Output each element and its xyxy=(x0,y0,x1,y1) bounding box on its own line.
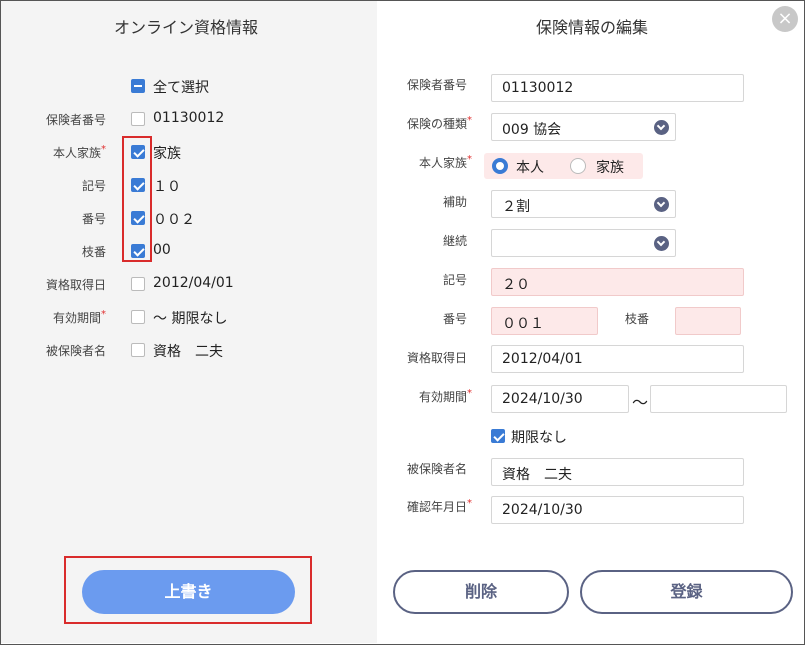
no-limit-label: 期限なし xyxy=(511,430,567,446)
highlight-checked-items xyxy=(122,136,152,262)
person-family-radio-group: 本人 家族 xyxy=(484,153,643,179)
label-insurer-number: 保険者番号 xyxy=(406,78,467,92)
label-insured-name: 被保険者名 xyxy=(406,462,467,476)
radio-self-label: 本人 xyxy=(516,160,544,176)
radio-family-label: 家族 xyxy=(596,160,624,176)
left-value-insurer-number: 01130012 xyxy=(153,110,225,126)
insurance-type-value: 009 協会 xyxy=(502,122,562,138)
label-continuation: 継続 xyxy=(442,234,467,248)
left-label-acquired-date: 資格取得日 xyxy=(45,278,106,292)
delete-button[interactable]: 削除 xyxy=(393,570,569,614)
radio-family[interactable] xyxy=(570,158,586,174)
left-label-branch: 枝番 xyxy=(81,245,106,259)
select-all-checkbox[interactable] xyxy=(131,79,145,93)
label-assist: 補助 xyxy=(442,195,467,209)
close-icon[interactable]: × xyxy=(772,6,798,32)
left-row-insured-name: 被保険者名 資格 二夫 xyxy=(0,338,376,362)
number-field[interactable]: ００１ xyxy=(491,307,598,335)
insurer-number-field[interactable]: 01130012 xyxy=(491,74,744,102)
left-row-valid-period: 有効期間* ～ 期限なし xyxy=(0,305,376,329)
left-value-symbol: １０ xyxy=(153,179,181,195)
confirm-date-field[interactable]: 2024/10/30 xyxy=(491,496,744,524)
assist-value: ２割 xyxy=(502,199,530,215)
checkbox-insured-name[interactable] xyxy=(131,343,145,357)
valid-to-field[interactable] xyxy=(650,385,787,413)
left-row-number: 番号 ００２ xyxy=(0,206,376,230)
left-value-valid-period: ～ 期限なし xyxy=(153,311,228,327)
chevron-down-icon xyxy=(654,236,669,251)
left-row-insurer-number: 保険者番号 01130012 xyxy=(0,107,376,131)
left-label-number: 番号 xyxy=(81,212,106,226)
label-acquired-date: 資格取得日 xyxy=(406,351,467,365)
insured-name-field[interactable]: 資格 二夫 xyxy=(491,458,744,486)
left-row-acquired-date: 資格取得日 2012/04/01 xyxy=(0,272,376,296)
left-value-number: ００２ xyxy=(153,212,195,228)
register-button[interactable]: 登録 xyxy=(580,570,793,614)
assist-select[interactable]: ２割 xyxy=(491,190,676,218)
insurance-type-select[interactable]: 009 協会 xyxy=(491,113,676,141)
checkbox-acquired-date[interactable] xyxy=(131,277,145,291)
acquired-date-field[interactable]: 2012/04/01 xyxy=(491,345,744,373)
label-insurance-type: 保険の種類* xyxy=(406,115,472,131)
label-number: 番号 xyxy=(442,312,467,326)
label-confirm-date: 確認年月日* xyxy=(406,498,472,514)
left-label-person-family: 本人家族* xyxy=(52,144,106,160)
right-panel-title: 保険情報の編集 xyxy=(536,18,649,37)
label-valid-period: 有効期間* xyxy=(418,388,472,404)
left-label-valid-period: 有効期間* xyxy=(52,309,106,325)
left-value-person-family: 家族 xyxy=(153,146,181,162)
label-branch: 枝番 xyxy=(625,312,650,326)
select-all-row[interactable]: 全て選択 xyxy=(0,74,376,98)
left-value-acquired-date: 2012/04/01 xyxy=(153,275,234,291)
label-symbol: 記号 xyxy=(442,273,467,287)
highlight-overwrite-button xyxy=(64,556,312,624)
left-panel-title: オンライン資格情報 xyxy=(114,18,259,37)
label-person-family: 本人家族* xyxy=(418,154,472,170)
left-label-insurer-number: 保険者番号 xyxy=(45,113,106,127)
checkbox-insurer-number[interactable] xyxy=(131,112,145,126)
symbol-field[interactable]: ２０ xyxy=(491,268,744,296)
valid-from-field[interactable]: 2024/10/30 xyxy=(491,385,629,413)
left-value-branch: 00 xyxy=(153,242,171,258)
left-row-branch: 枝番 00 xyxy=(0,239,376,263)
chevron-down-icon xyxy=(654,197,669,212)
no-limit-checkbox[interactable] xyxy=(491,429,505,443)
chevron-down-icon xyxy=(654,120,669,135)
left-label-insured-name: 被保険者名 xyxy=(45,344,106,358)
left-value-insured-name: 資格 二夫 xyxy=(153,344,223,360)
radio-self[interactable] xyxy=(492,158,508,174)
period-separator: ～ xyxy=(632,393,649,412)
left-row-person-family: 本人家族* 家族 xyxy=(0,140,376,164)
continuation-select[interactable] xyxy=(491,229,676,257)
branch-field[interactable] xyxy=(675,307,741,335)
checkbox-valid-period[interactable] xyxy=(131,310,145,324)
select-all-label: 全て選択 xyxy=(153,80,209,96)
left-row-symbol: 記号 １０ xyxy=(0,173,376,197)
left-label-symbol: 記号 xyxy=(81,179,106,193)
